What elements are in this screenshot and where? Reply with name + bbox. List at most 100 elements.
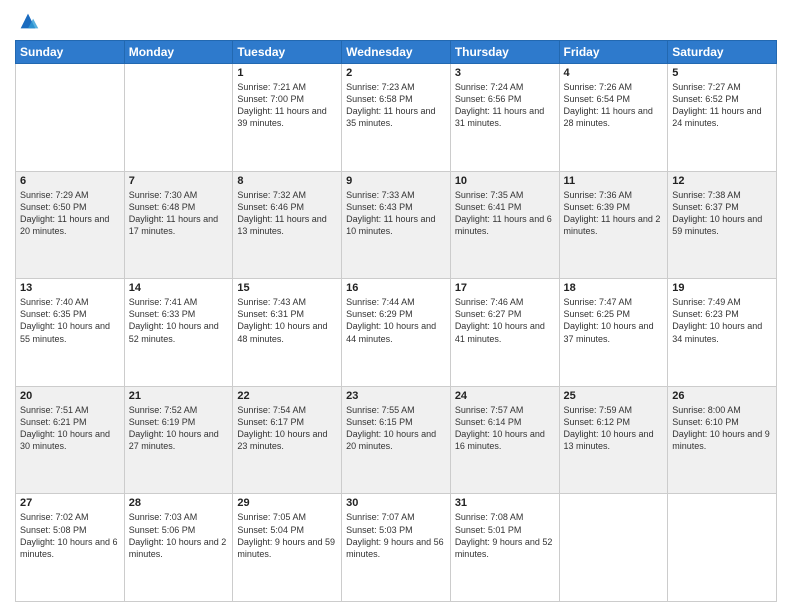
day-number: 26 bbox=[672, 390, 772, 402]
weekday-header-saturday: Saturday bbox=[668, 41, 777, 64]
cell-content: Sunrise: 7:40 AM Sunset: 6:35 PM Dayligh… bbox=[20, 296, 120, 345]
day-number: 11 bbox=[564, 175, 664, 187]
cell-content: Sunrise: 7:33 AM Sunset: 6:43 PM Dayligh… bbox=[346, 189, 446, 238]
calendar-cell: 19 Sunrise: 7:49 AM Sunset: 6:23 PM Dayli… bbox=[668, 279, 777, 387]
week-row-3: 13 Sunrise: 7:40 AM Sunset: 6:35 PM Dayli… bbox=[16, 279, 777, 387]
week-row-5: 27 Sunrise: 7:02 AM Sunset: 5:08 PM Dayli… bbox=[16, 494, 777, 602]
day-number: 29 bbox=[237, 497, 337, 509]
cell-content: Sunrise: 7:08 AM Sunset: 5:01 PM Dayligh… bbox=[455, 511, 555, 560]
cell-content: Sunrise: 7:49 AM Sunset: 6:23 PM Dayligh… bbox=[672, 296, 772, 345]
calendar-cell: 22Sunrise: 7:54 AM Sunset: 6:17 PM Dayli… bbox=[233, 386, 342, 494]
cell-content: Sunrise: 7:47 AM Sunset: 6:25 PM Dayligh… bbox=[564, 296, 664, 345]
cell-content: Sunrise: 7:05 AM Sunset: 5:04 PM Dayligh… bbox=[237, 511, 337, 560]
week-row-4: 20Sunrise: 7:51 AM Sunset: 6:21 PM Dayli… bbox=[16, 386, 777, 494]
cell-content: Sunrise: 7:41 AM Sunset: 6:33 PM Dayligh… bbox=[129, 296, 229, 345]
cell-content: Sunrise: 7:32 AM Sunset: 6:46 PM Dayligh… bbox=[237, 189, 337, 238]
day-number: 4 bbox=[564, 67, 664, 79]
calendar-cell: 5 Sunrise: 7:27 AM Sunset: 6:52 PM Daylig… bbox=[668, 64, 777, 172]
weekday-header-tuesday: Tuesday bbox=[233, 41, 342, 64]
calendar-cell: 31 Sunrise: 7:08 AM Sunset: 5:01 PM Dayli… bbox=[450, 494, 559, 602]
cell-content: Sunrise: 8:00 AM Sunset: 6:10 PM Dayligh… bbox=[672, 404, 772, 453]
cell-content: Sunrise: 7:35 AM Sunset: 6:41 PM Dayligh… bbox=[455, 189, 555, 238]
cell-content: Sunrise: 7:21 AM Sunset: 7:00 PM Dayligh… bbox=[237, 81, 337, 130]
day-number: 24 bbox=[455, 390, 555, 402]
day-number: 5 bbox=[672, 67, 772, 79]
cell-content: Sunrise: 7:57 AM Sunset: 6:14 PM Dayligh… bbox=[455, 404, 555, 453]
day-number: 30 bbox=[346, 497, 446, 509]
day-number: 14 bbox=[129, 282, 229, 294]
cell-content: Sunrise: 7:27 AM Sunset: 6:52 PM Dayligh… bbox=[672, 81, 772, 130]
calendar-cell: 20Sunrise: 7:51 AM Sunset: 6:21 PM Dayli… bbox=[16, 386, 125, 494]
calendar-cell: 13 Sunrise: 7:40 AM Sunset: 6:35 PM Dayli… bbox=[16, 279, 125, 387]
calendar-cell: 7 Sunrise: 7:30 AM Sunset: 6:48 PM Daylig… bbox=[124, 171, 233, 279]
cell-content: Sunrise: 7:46 AM Sunset: 6:27 PM Dayligh… bbox=[455, 296, 555, 345]
calendar-cell: 30 Sunrise: 7:07 AM Sunset: 5:03 PM Dayli… bbox=[342, 494, 451, 602]
calendar-cell bbox=[124, 64, 233, 172]
cell-content: Sunrise: 7:59 AM Sunset: 6:12 PM Dayligh… bbox=[564, 404, 664, 453]
calendar-cell: 28 Sunrise: 7:03 AM Sunset: 5:06 PM Dayli… bbox=[124, 494, 233, 602]
weekday-header-friday: Friday bbox=[559, 41, 668, 64]
day-number: 25 bbox=[564, 390, 664, 402]
week-row-2: 6Sunrise: 7:29 AM Sunset: 6:50 PM Daylig… bbox=[16, 171, 777, 279]
calendar-cell: 27 Sunrise: 7:02 AM Sunset: 5:08 PM Dayli… bbox=[16, 494, 125, 602]
day-number: 3 bbox=[455, 67, 555, 79]
day-number: 7 bbox=[129, 175, 229, 187]
calendar-cell: 29 Sunrise: 7:05 AM Sunset: 5:04 PM Dayli… bbox=[233, 494, 342, 602]
day-number: 22 bbox=[237, 390, 337, 402]
cell-content: Sunrise: 7:24 AM Sunset: 6:56 PM Dayligh… bbox=[455, 81, 555, 130]
calendar-cell bbox=[16, 64, 125, 172]
calendar-cell: 24 Sunrise: 7:57 AM Sunset: 6:14 PM Dayli… bbox=[450, 386, 559, 494]
day-number: 6 bbox=[20, 175, 120, 187]
day-number: 1 bbox=[237, 67, 337, 79]
day-number: 10 bbox=[455, 175, 555, 187]
calendar-cell: 3 Sunrise: 7:24 AM Sunset: 6:56 PM Daylig… bbox=[450, 64, 559, 172]
calendar-cell: 4Sunrise: 7:26 AM Sunset: 6:54 PM Daylig… bbox=[559, 64, 668, 172]
cell-content: Sunrise: 7:44 AM Sunset: 6:29 PM Dayligh… bbox=[346, 296, 446, 345]
cell-content: Sunrise: 7:30 AM Sunset: 6:48 PM Dayligh… bbox=[129, 189, 229, 238]
day-number: 9 bbox=[346, 175, 446, 187]
calendar-cell: 11Sunrise: 7:36 AM Sunset: 6:39 PM Dayli… bbox=[559, 171, 668, 279]
day-number: 18 bbox=[564, 282, 664, 294]
day-number: 27 bbox=[20, 497, 120, 509]
calendar-table: SundayMondayTuesdayWednesdayThursdayFrid… bbox=[15, 40, 777, 602]
day-number: 8 bbox=[237, 175, 337, 187]
calendar-cell: 18 Sunrise: 7:47 AM Sunset: 6:25 PM Dayli… bbox=[559, 279, 668, 387]
week-row-1: 1 Sunrise: 7:21 AM Sunset: 7:00 PM Daylig… bbox=[16, 64, 777, 172]
calendar-cell: 9 Sunrise: 7:33 AM Sunset: 6:43 PM Daylig… bbox=[342, 171, 451, 279]
calendar-cell: 10 Sunrise: 7:35 AM Sunset: 6:41 PM Dayli… bbox=[450, 171, 559, 279]
day-number: 15 bbox=[237, 282, 337, 294]
day-number: 12 bbox=[672, 175, 772, 187]
day-number: 23 bbox=[346, 390, 446, 402]
day-number: 17 bbox=[455, 282, 555, 294]
cell-content: Sunrise: 7:03 AM Sunset: 5:06 PM Dayligh… bbox=[129, 511, 229, 560]
day-number: 28 bbox=[129, 497, 229, 509]
cell-content: Sunrise: 7:52 AM Sunset: 6:19 PM Dayligh… bbox=[129, 404, 229, 453]
calendar-cell: 23 Sunrise: 7:55 AM Sunset: 6:15 PM Dayli… bbox=[342, 386, 451, 494]
cell-content: Sunrise: 7:07 AM Sunset: 5:03 PM Dayligh… bbox=[346, 511, 446, 560]
calendar-cell: 2Sunrise: 7:23 AM Sunset: 6:58 PM Daylig… bbox=[342, 64, 451, 172]
calendar-cell: 1 Sunrise: 7:21 AM Sunset: 7:00 PM Daylig… bbox=[233, 64, 342, 172]
day-number: 2 bbox=[346, 67, 446, 79]
calendar-cell: 26 Sunrise: 8:00 AM Sunset: 6:10 PM Dayli… bbox=[668, 386, 777, 494]
calendar-cell: 21 Sunrise: 7:52 AM Sunset: 6:19 PM Dayli… bbox=[124, 386, 233, 494]
calendar-cell bbox=[559, 494, 668, 602]
calendar-cell: 17 Sunrise: 7:46 AM Sunset: 6:27 PM Dayli… bbox=[450, 279, 559, 387]
logo-icon bbox=[17, 10, 39, 32]
cell-content: Sunrise: 7:55 AM Sunset: 6:15 PM Dayligh… bbox=[346, 404, 446, 453]
weekday-header-sunday: Sunday bbox=[16, 41, 125, 64]
calendar-cell: 14 Sunrise: 7:41 AM Sunset: 6:33 PM Dayli… bbox=[124, 279, 233, 387]
weekday-header-monday: Monday bbox=[124, 41, 233, 64]
day-number: 16 bbox=[346, 282, 446, 294]
cell-content: Sunrise: 7:38 AM Sunset: 6:37 PM Dayligh… bbox=[672, 189, 772, 238]
day-number: 13 bbox=[20, 282, 120, 294]
day-number: 31 bbox=[455, 497, 555, 509]
day-number: 20 bbox=[20, 390, 120, 402]
day-number: 19 bbox=[672, 282, 772, 294]
logo bbox=[15, 10, 39, 32]
calendar-cell: 8 Sunrise: 7:32 AM Sunset: 6:46 PM Daylig… bbox=[233, 171, 342, 279]
weekday-header-thursday: Thursday bbox=[450, 41, 559, 64]
day-number: 21 bbox=[129, 390, 229, 402]
cell-content: Sunrise: 7:02 AM Sunset: 5:08 PM Dayligh… bbox=[20, 511, 120, 560]
weekday-header-wednesday: Wednesday bbox=[342, 41, 451, 64]
calendar-cell: 15Sunrise: 7:43 AM Sunset: 6:31 PM Dayli… bbox=[233, 279, 342, 387]
